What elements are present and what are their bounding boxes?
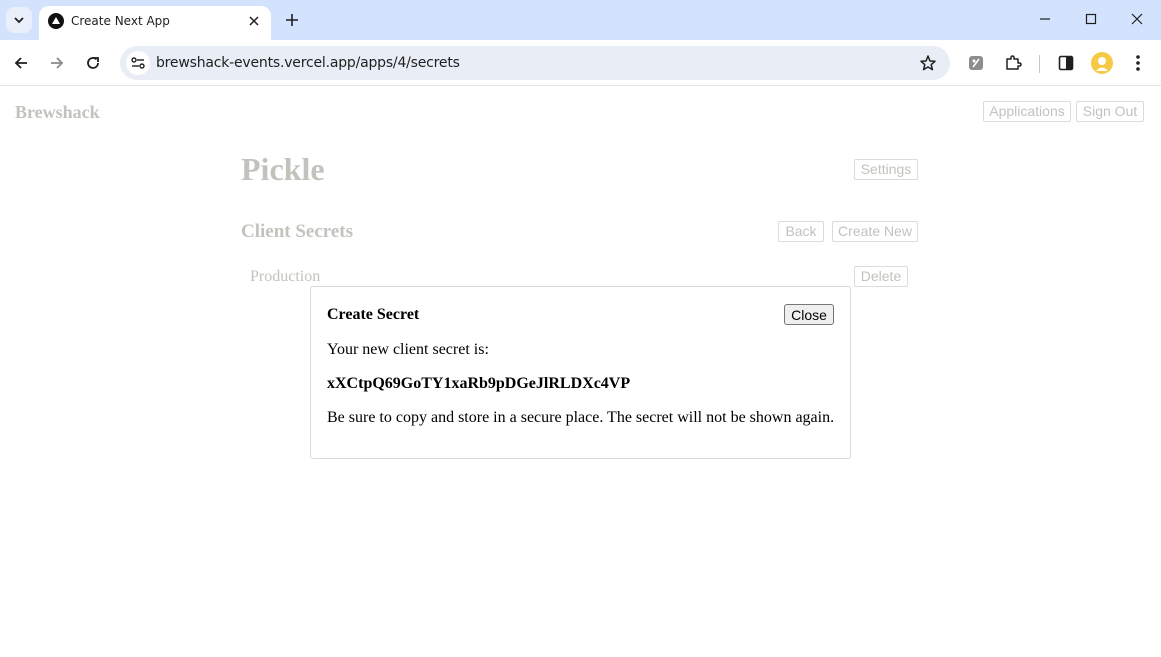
- new-tab-icon[interactable]: [281, 9, 303, 31]
- settings-button[interactable]: Settings: [854, 159, 918, 180]
- tab-title: Create Next App: [71, 14, 170, 28]
- more-menu-icon[interactable]: [1127, 52, 1149, 74]
- reload-icon[interactable]: [80, 50, 106, 76]
- page-title: Pickle: [241, 151, 325, 187]
- modal-warning-text: Be sure to copy and store in a secure pl…: [327, 409, 835, 426]
- create-new-button[interactable]: Create New: [832, 221, 918, 242]
- back-button[interactable]: Back: [778, 221, 824, 242]
- next-favicon-icon: [48, 13, 64, 29]
- secret-row-label: Production: [250, 268, 321, 285]
- tab-search-button[interactable]: [6, 7, 32, 33]
- create-secret-modal: Create Secret Close Your new client secr…: [310, 286, 851, 459]
- modal-intro-text: Your new client secret is:: [327, 341, 489, 358]
- delete-button[interactable]: Delete: [854, 266, 908, 287]
- toolbar-divider: [1039, 55, 1040, 73]
- address-bar[interactable]: brewshack-events.vercel.app/apps/4/secre…: [120, 46, 950, 80]
- puzzle-extensions-icon[interactable]: [1002, 52, 1024, 74]
- extension-icon[interactable]: [965, 52, 987, 74]
- bookmark-star-icon[interactable]: [918, 53, 938, 73]
- forward-arrow-icon[interactable]: [44, 50, 70, 76]
- profile-avatar-icon[interactable]: [1091, 52, 1113, 74]
- minimize-icon[interactable]: [1030, 6, 1060, 32]
- site-settings-icon[interactable]: [126, 51, 150, 75]
- close-button[interactable]: Close: [784, 304, 834, 325]
- side-panel-icon[interactable]: [1055, 52, 1077, 74]
- back-arrow-icon[interactable]: [8, 50, 34, 76]
- sign-out-button[interactable]: Sign Out: [1076, 101, 1144, 122]
- browser-tabstrip: Create Next App: [0, 0, 1161, 40]
- close-tab-icon[interactable]: [245, 12, 263, 30]
- section-title: Client Secrets: [241, 221, 354, 242]
- browser-tab-active[interactable]: Create Next App: [39, 6, 271, 40]
- brand-logo-text[interactable]: Brewshack: [15, 102, 100, 123]
- close-window-icon[interactable]: [1122, 6, 1152, 32]
- applications-button[interactable]: Applications: [983, 101, 1071, 122]
- browser-toolbar: brewshack-events.vercel.app/apps/4/secre…: [0, 40, 1161, 86]
- chevron-down-icon: [14, 17, 24, 24]
- maximize-icon[interactable]: [1076, 6, 1106, 32]
- url-text[interactable]: brewshack-events.vercel.app/apps/4/secre…: [156, 55, 460, 71]
- modal-title: Create Secret: [327, 306, 420, 323]
- client-secret-value[interactable]: xXCtpQ69GoTY1xaRb9pDGeJlRLDXc4VP: [327, 375, 630, 393]
